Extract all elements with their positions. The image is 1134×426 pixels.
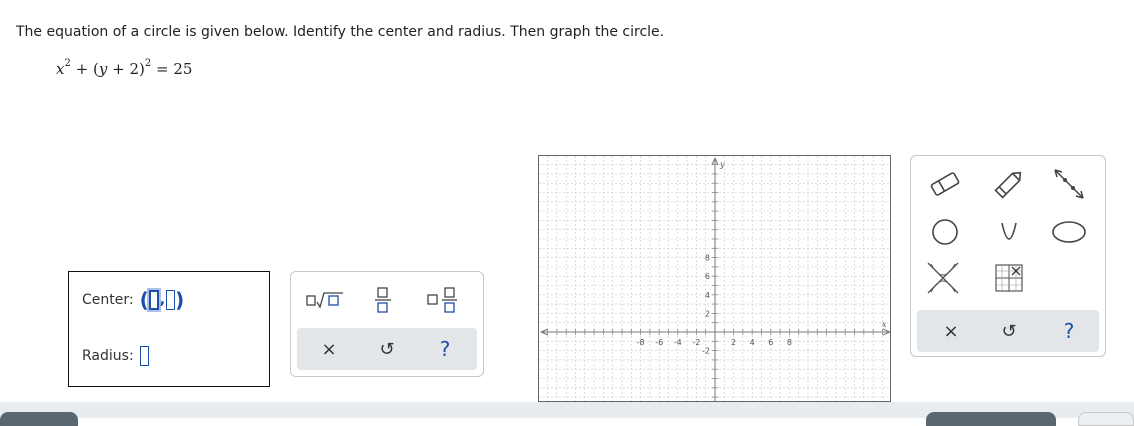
coordinate-grid[interactable]: -8 -6 -4 -2 2 4 6 8 8 6 4 2 -2 x y	[539, 156, 891, 402]
bottom-right-button[interactable]	[926, 412, 1056, 426]
no-solution-icon	[927, 262, 959, 294]
table-tool-button[interactable]	[987, 256, 1031, 300]
graphing-tools-panel: × ↺ ?	[910, 155, 1106, 357]
ellipse-tool-button[interactable]	[1047, 210, 1091, 254]
bottom-far-right-button[interactable]	[1078, 412, 1134, 426]
undo-icon: ↺	[1001, 320, 1017, 342]
answer-box: Center: ( , ) Radius:	[68, 271, 270, 387]
y-tick-label: -2	[702, 347, 710, 356]
y-tick-label: 8	[705, 254, 710, 263]
keypad-help-button[interactable]: ?	[427, 332, 463, 366]
math-keypad: × ↺ ?	[290, 271, 484, 377]
undo-icon: ↺	[379, 338, 395, 360]
mixed-number-template-button[interactable]	[419, 282, 467, 318]
eq-plus: +	[75, 60, 89, 78]
line-tool-button[interactable]	[1047, 162, 1091, 206]
x-axis-label: x	[882, 320, 887, 329]
grid-table-icon	[995, 264, 1023, 292]
graph-undo-button[interactable]: ↺	[991, 314, 1027, 348]
ellipse-icon	[1052, 221, 1086, 243]
x-tick-label: -2	[692, 338, 700, 347]
fraction-template-icon	[375, 287, 391, 313]
circle-tool-button[interactable]	[923, 210, 967, 254]
radius-row: Radius:	[82, 346, 149, 366]
graph-area[interactable]: -8 -6 -4 -2 2 4 6 8 8 6 4 2 -2 x y	[538, 155, 891, 402]
x-tick-label: 4	[750, 338, 755, 347]
keypad-action-bar: × ↺ ?	[297, 328, 477, 370]
x-tick-label: -6	[655, 338, 663, 347]
circle-icon	[932, 219, 958, 245]
tools-action-bar: × ↺ ?	[917, 310, 1099, 352]
parabola-tool-button[interactable]	[987, 210, 1031, 254]
square-root-template-icon	[306, 292, 343, 309]
center-label: Center:	[82, 292, 134, 308]
mixed-number-template-icon	[427, 287, 457, 313]
radius-input[interactable]	[139, 346, 149, 366]
eq-close-paren: )	[139, 60, 145, 78]
parabola-icon	[1001, 222, 1017, 240]
x-tick-label: 8	[787, 338, 792, 347]
pencil-icon	[994, 171, 1022, 199]
eq-y-exponent: 2	[144, 58, 152, 69]
y-tick-label: 6	[705, 272, 710, 281]
x-tick-label: -8	[637, 338, 645, 347]
y-tick-label: 2	[705, 309, 710, 318]
center-y-input[interactable]	[166, 290, 176, 310]
question-prompt: The equation of a circle is given below.…	[16, 24, 665, 40]
y-tick-label: 4	[705, 291, 710, 300]
help-icon: ?	[439, 337, 451, 361]
graph-help-button[interactable]: ?	[1051, 314, 1087, 348]
no-solution-tool-button[interactable]	[921, 256, 965, 300]
eq-y: y	[98, 60, 108, 78]
radius-label: Radius:	[82, 348, 134, 364]
keypad-undo-button[interactable]: ↺	[369, 332, 405, 366]
eraser-tool-button[interactable]	[923, 162, 967, 206]
pencil-tool-button[interactable]	[987, 162, 1031, 206]
eraser-icon	[930, 172, 960, 196]
y-axis-label: y	[719, 160, 725, 169]
clear-icon: ×	[943, 320, 959, 342]
center-comma: ,	[159, 292, 166, 308]
circle-equation: x2 + (y + 2)2 = 25	[56, 58, 193, 78]
keypad-clear-button[interactable]: ×	[311, 332, 347, 366]
line-arrow-icon	[1054, 169, 1084, 199]
help-icon: ?	[1063, 319, 1075, 343]
graph-clear-button[interactable]: ×	[933, 314, 969, 348]
x-tick-label: -4	[674, 338, 682, 347]
center-row: Center: ( , )	[82, 290, 184, 310]
center-x-input[interactable]	[148, 290, 159, 310]
bottom-left-button[interactable]	[0, 412, 78, 426]
clear-icon: ×	[321, 338, 337, 360]
eq-x-exponent: 2	[64, 58, 71, 69]
eq-plus: +	[112, 60, 125, 78]
center-open-paren: (	[139, 288, 149, 312]
x-tick-label: 2	[731, 338, 736, 347]
eq-rhs: 25	[173, 60, 193, 78]
x-tick-label: 6	[768, 338, 773, 347]
eq-constant: 2	[129, 60, 140, 78]
center-close-paren: )	[175, 288, 185, 312]
fraction-template-button[interactable]	[365, 282, 401, 318]
eq-equals: =	[156, 60, 169, 78]
square-root-template-button[interactable]	[303, 282, 347, 318]
